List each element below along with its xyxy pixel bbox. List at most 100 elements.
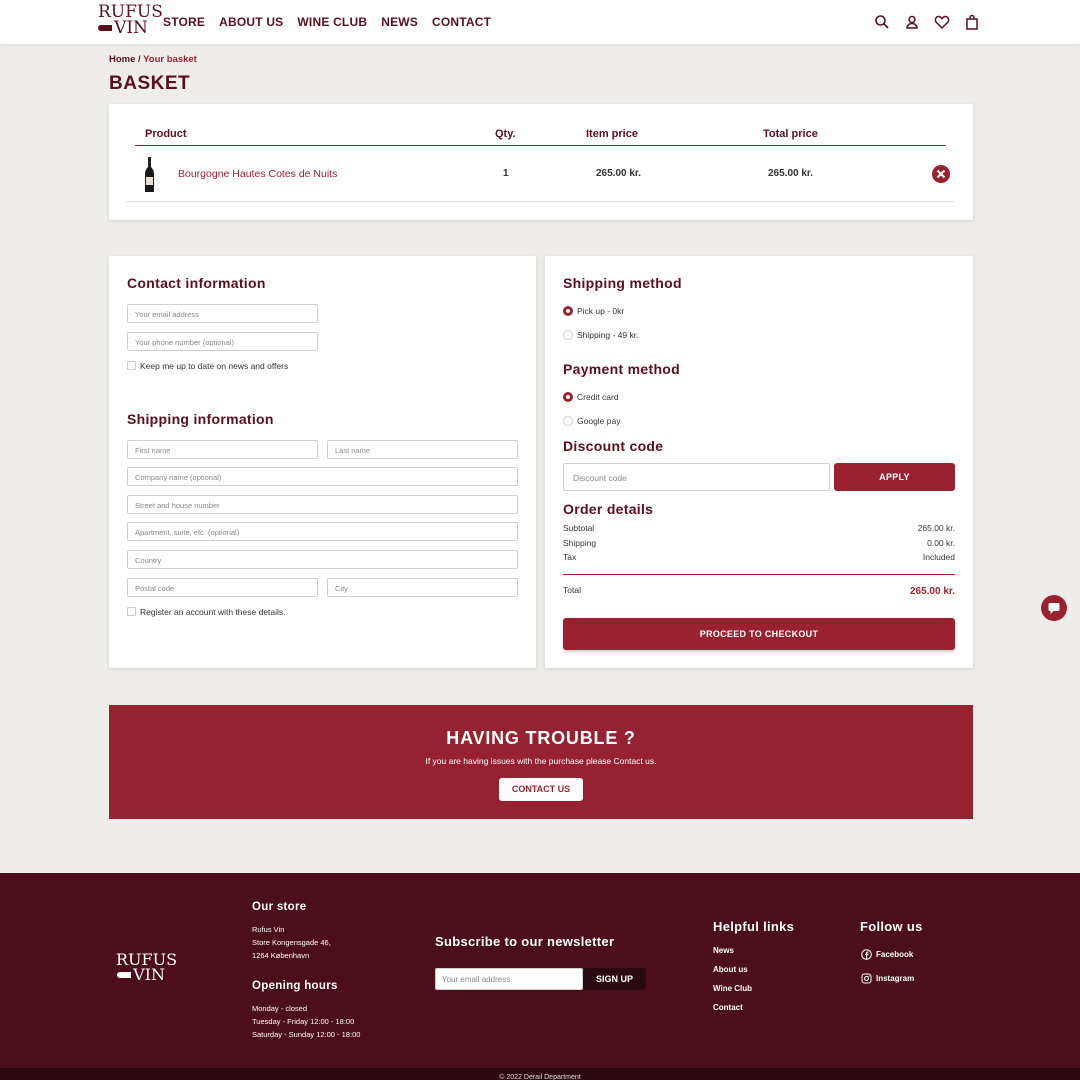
register-checkbox[interactable]: [127, 607, 136, 616]
payment-option-card-label[interactable]: Credit card: [577, 392, 619, 402]
breadcrumb-home[interactable]: Home: [109, 54, 135, 65]
instagram-icon: [861, 973, 872, 984]
footer-hours-line-3: Saturday - Sunday 12:00 - 18:00: [252, 1030, 361, 1039]
footer-link-contact[interactable]: Contact: [713, 1003, 743, 1012]
payment-method-title: Payment method: [563, 361, 680, 377]
order-divider: [563, 574, 955, 575]
payment-option-googlepay-radio[interactable]: [563, 416, 573, 426]
close-icon: [936, 169, 946, 179]
copyright: © 2022 Derail Department: [0, 1068, 1080, 1080]
postal-code-field[interactable]: Postal code: [127, 578, 318, 597]
payment-option-googlepay-label[interactable]: Google pay: [577, 416, 620, 426]
newsletter-signup-button[interactable]: SIGN UP: [583, 968, 646, 990]
site-header: RUFUS VIN STORE ABOUT US WINE CLUB NEWS …: [0, 0, 1080, 44]
help-banner-text: If you are having issues with the purcha…: [425, 756, 657, 766]
newsletter-email-field[interactable]: Your email address: [435, 968, 583, 990]
chat-icon: [1048, 603, 1060, 614]
newsletter-checkbox[interactable]: [127, 361, 136, 370]
footer-store-line-1: Rufus Vin: [252, 925, 285, 934]
company-field[interactable]: Company name (optional): [127, 467, 518, 486]
facebook-icon: [861, 949, 872, 960]
chat-widget-button[interactable]: [1041, 595, 1067, 621]
footer-store-title: Our store: [252, 901, 307, 913]
nav-wine-club[interactable]: WINE CLUB: [297, 15, 367, 29]
country-field[interactable]: Country: [127, 550, 518, 569]
facebook-label: Facebook: [876, 950, 914, 959]
discount-code-field[interactable]: Discount code: [563, 463, 830, 491]
facebook-link[interactable]: Facebook: [861, 949, 913, 960]
col-qty: Qty.: [495, 128, 516, 140]
product-qty: 1: [503, 168, 509, 179]
payment-option-card-radio[interactable]: [563, 392, 573, 402]
newsletter-checkbox-label: Keep me up to date on news and offers: [140, 361, 289, 371]
proceed-to-checkout-button[interactable]: PROCEED TO CHECKOUT: [563, 618, 955, 650]
contact-us-button[interactable]: CONTACT US: [499, 778, 583, 801]
footer-logo-line2: VIN: [133, 965, 165, 985]
footer-link-about-us[interactable]: About us: [713, 965, 748, 974]
footer-store-line-3: 1264 København: [252, 951, 310, 960]
product-item-price: 265.00 kr.: [596, 168, 642, 179]
subtotal-value: 265.00 kr.: [917, 523, 955, 533]
street-field[interactable]: Street and house number: [127, 495, 518, 514]
footer-hours-title: Opening hours: [252, 980, 338, 992]
shipping-option-pickup-radio[interactable]: [563, 306, 573, 316]
table-header-divider: [135, 145, 946, 146]
user-icon[interactable]: [904, 14, 920, 30]
shipping-option-delivery-radio[interactable]: [563, 330, 573, 340]
bag-icon[interactable]: [964, 14, 980, 30]
shipping-value: 0.00 kr.: [927, 538, 955, 548]
footer-hours-line-2: Tuesday - Friday 12:00 - 18:00: [252, 1017, 355, 1026]
instagram-label: Instagram: [876, 974, 915, 983]
order-details-title: Order details: [563, 501, 654, 517]
search-icon[interactable]: [874, 14, 890, 30]
col-total-price: Total price: [763, 128, 818, 140]
last-name-field[interactable]: Last name: [327, 440, 518, 459]
product-total-price: 265.00 kr.: [768, 168, 814, 179]
main-nav: STORE ABOUT US WINE CLUB NEWS CONTACT: [163, 15, 491, 29]
instagram-link[interactable]: Instagram: [861, 973, 914, 984]
breadcrumb-current: Your basket: [143, 54, 197, 65]
product-name[interactable]: Bourgogne Hautes Cotes de Nuits: [178, 168, 337, 180]
footer-logo[interactable]: RUFUS VIN: [116, 951, 177, 985]
nav-store[interactable]: STORE: [163, 15, 205, 29]
phone-field[interactable]: Your phone number (optional): [127, 332, 318, 351]
header-icons: [874, 14, 980, 30]
remove-item-button[interactable]: [932, 165, 950, 183]
nav-about-us[interactable]: ABOUT US: [219, 15, 283, 29]
footer-link-wine-club[interactable]: Wine Club: [713, 984, 752, 993]
apartment-field[interactable]: Apartment, suite, etc. (optional): [127, 522, 518, 541]
order-summary-card: [545, 256, 973, 668]
help-banner-title: HAVING TROUBLE ?: [446, 728, 636, 748]
page-title: BASKET: [109, 73, 191, 94]
site-footer: RUFUS VIN Our store Rufus Vin Store Kong…: [0, 873, 1080, 1068]
register-checkbox-label: Register an account with these details.: [140, 607, 286, 617]
nav-news[interactable]: NEWS: [381, 15, 418, 29]
tax-value: Included: [922, 552, 955, 562]
heart-icon[interactable]: [934, 14, 950, 30]
shipping-info-title: Shipping information: [127, 411, 274, 427]
total-value: 265.00 kr.: [909, 586, 955, 597]
newsletter-title: Subscribe to our newsletter: [435, 934, 615, 949]
breadcrumb: Home / Your basket: [109, 54, 197, 65]
subtotal-label: Subtotal: [563, 523, 595, 533]
bottle-icon: [98, 25, 113, 32]
shipping-option-delivery-label[interactable]: Shipping - 49 kr.: [577, 330, 638, 340]
apply-discount-button[interactable]: APPLY: [834, 463, 955, 491]
bottle-icon: [117, 971, 132, 978]
nav-contact[interactable]: CONTACT: [432, 15, 491, 29]
discount-title: Discount code: [563, 438, 664, 454]
shipping-label: Shipping: [563, 538, 597, 548]
brand-logo[interactable]: RUFUS VIN: [98, 3, 163, 36]
footer-link-news[interactable]: News: [713, 946, 734, 955]
footer-hours-line-1: Monday - closed: [252, 1004, 308, 1013]
city-field[interactable]: City: [327, 578, 518, 597]
contact-info-title: Contact information: [127, 275, 266, 291]
shipping-method-title: Shipping method: [563, 275, 682, 291]
footer-store-line-2: Store Kongensgade 46,: [252, 938, 331, 947]
shipping-option-pickup-label[interactable]: Pick up - 0kr: [577, 306, 624, 316]
tax-label: Tax: [563, 552, 577, 562]
first-name-field[interactable]: First name: [127, 440, 318, 459]
basket-card: [109, 104, 973, 220]
email-field[interactable]: Your email address: [127, 304, 318, 323]
help-banner: HAVING TROUBLE ? If you are having issue…: [109, 705, 973, 819]
